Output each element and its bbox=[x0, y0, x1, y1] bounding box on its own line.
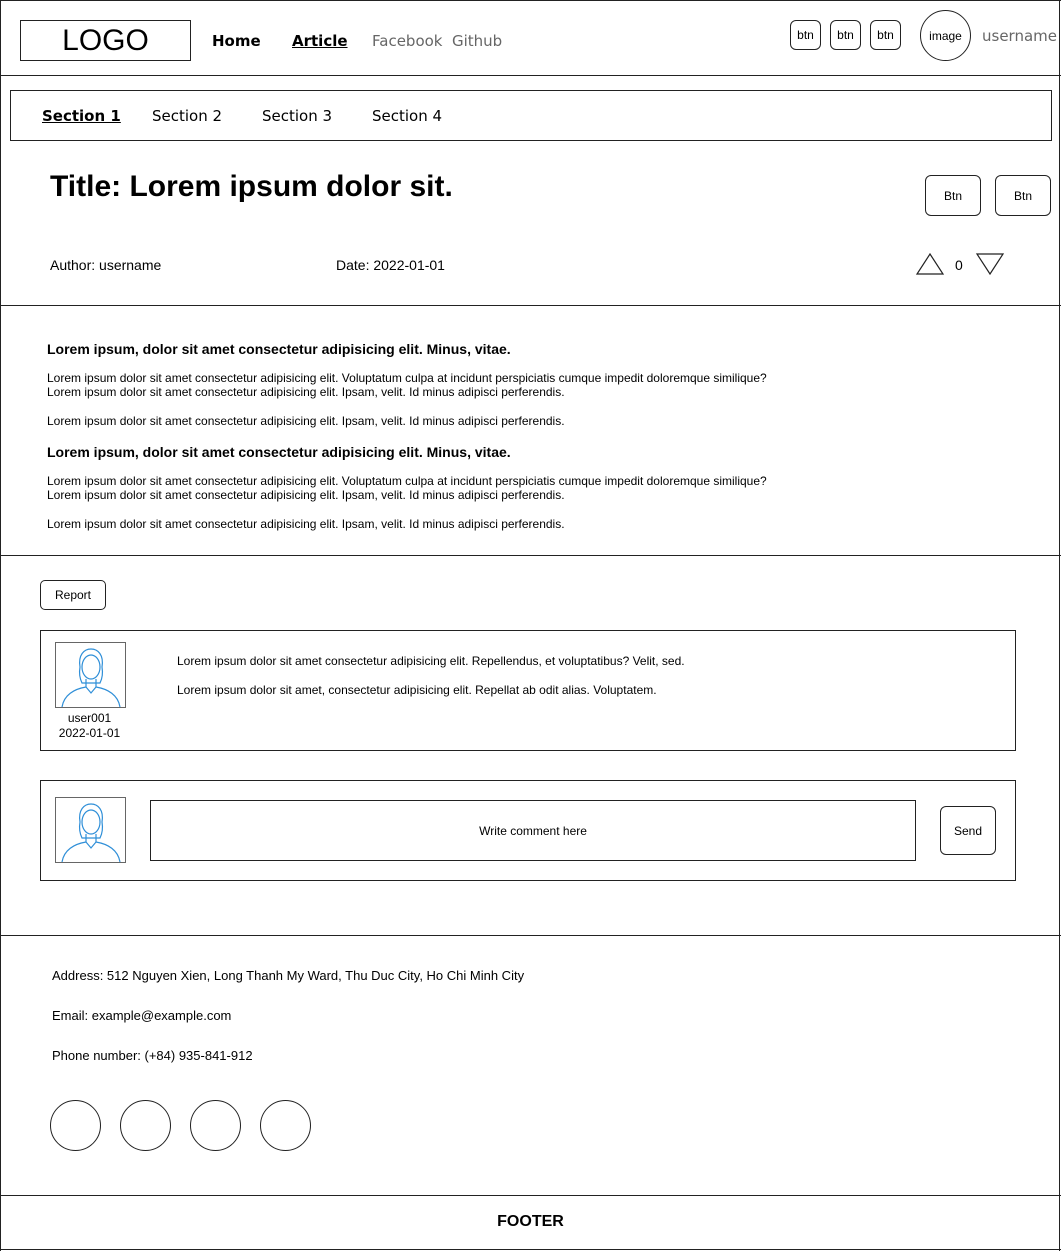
title-divider bbox=[0, 305, 1061, 306]
header-username[interactable]: username bbox=[982, 27, 1057, 45]
comment-input[interactable]: Write comment here bbox=[150, 800, 916, 861]
header-button-3[interactable]: btn bbox=[870, 20, 901, 50]
article-paragraph-line: Lorem ipsum dolor sit amet consectetur a… bbox=[47, 385, 565, 399]
comment-date: 2022-01-01 bbox=[58, 726, 121, 740]
nav-article[interactable]: Article bbox=[292, 32, 348, 50]
article-author: Author: username bbox=[50, 257, 162, 273]
article-paragraph: Lorem ipsum dolor sit amet consectetur a… bbox=[47, 371, 847, 399]
page-border-left bbox=[0, 0, 1, 1251]
tab-section-3[interactable]: Section 3 bbox=[262, 107, 332, 125]
commenter-avatar-icon bbox=[55, 642, 126, 708]
social-icon-3[interactable] bbox=[190, 1100, 241, 1151]
article-title: Title: Lorem ipsum dolor sit. bbox=[50, 170, 453, 203]
article-divider bbox=[0, 555, 1061, 556]
nav-github[interactable]: Github bbox=[452, 32, 502, 50]
article-paragraph-line: Lorem ipsum dolor sit amet consectetur a… bbox=[47, 371, 767, 385]
article-heading-2: Lorem ipsum, dolor sit amet consectetur … bbox=[47, 444, 511, 460]
article-button-1[interactable]: Btn bbox=[925, 175, 981, 216]
comment-text-line: Lorem ipsum dolor sit amet, consectetur … bbox=[177, 683, 657, 697]
page-border-top bbox=[0, 0, 1061, 1]
comment-username[interactable]: user001 bbox=[40, 711, 139, 725]
report-button[interactable]: Report bbox=[40, 580, 106, 610]
footer-label: FOOTER bbox=[497, 1213, 564, 1230]
nav-facebook[interactable]: Facebook bbox=[372, 32, 442, 50]
comment-text-line: Lorem ipsum dolor sit amet consectetur a… bbox=[177, 654, 685, 668]
article-date: Date: 2022-01-01 bbox=[336, 257, 445, 273]
article-paragraph: Lorem ipsum dolor sit amet consectetur a… bbox=[47, 474, 847, 502]
article-button-2[interactable]: Btn bbox=[995, 175, 1051, 216]
footer-email[interactable]: Email: example@example.com bbox=[52, 1008, 231, 1023]
page-border-bottom bbox=[0, 1249, 1061, 1250]
footer-address: Address: 512 Nguyen Xien, Long Thanh My … bbox=[52, 968, 525, 983]
send-button[interactable]: Send bbox=[940, 806, 996, 855]
current-user-avatar-icon bbox=[55, 797, 126, 863]
tab-section-4[interactable]: Section 4 bbox=[372, 107, 442, 125]
article-paragraph: Lorem ipsum dolor sit amet consectetur a… bbox=[47, 517, 565, 531]
footer-phone[interactable]: Phone number: (+84) 935-841-912 bbox=[52, 1048, 253, 1063]
tab-section-1[interactable]: Section 1 bbox=[42, 107, 121, 125]
page-border-right bbox=[1059, 0, 1060, 1251]
social-icon-4[interactable] bbox=[260, 1100, 311, 1151]
article-paragraph-line: Lorem ipsum dolor sit amet consectetur a… bbox=[47, 488, 565, 502]
nav-home[interactable]: Home bbox=[212, 32, 261, 50]
upvote-icon[interactable] bbox=[915, 252, 945, 276]
user-avatar[interactable]: image bbox=[920, 10, 971, 61]
footer-divider bbox=[0, 1195, 1061, 1196]
vote-count: 0 bbox=[955, 257, 963, 273]
header-button-1[interactable]: btn bbox=[790, 20, 821, 50]
header-divider bbox=[0, 75, 1061, 76]
comments-divider bbox=[0, 935, 1061, 936]
article-heading-1: Lorem ipsum, dolor sit amet consectetur … bbox=[47, 341, 511, 357]
social-icon-1[interactable] bbox=[50, 1100, 101, 1151]
article-paragraph: Lorem ipsum dolor sit amet consectetur a… bbox=[47, 414, 565, 428]
article-paragraph-line: Lorem ipsum dolor sit amet consectetur a… bbox=[47, 474, 767, 488]
header-button-2[interactable]: btn bbox=[830, 20, 861, 50]
social-icon-2[interactable] bbox=[120, 1100, 171, 1151]
logo[interactable]: LOGO bbox=[20, 20, 191, 61]
downvote-icon[interactable] bbox=[975, 252, 1005, 276]
tab-section-2[interactable]: Section 2 bbox=[152, 107, 222, 125]
